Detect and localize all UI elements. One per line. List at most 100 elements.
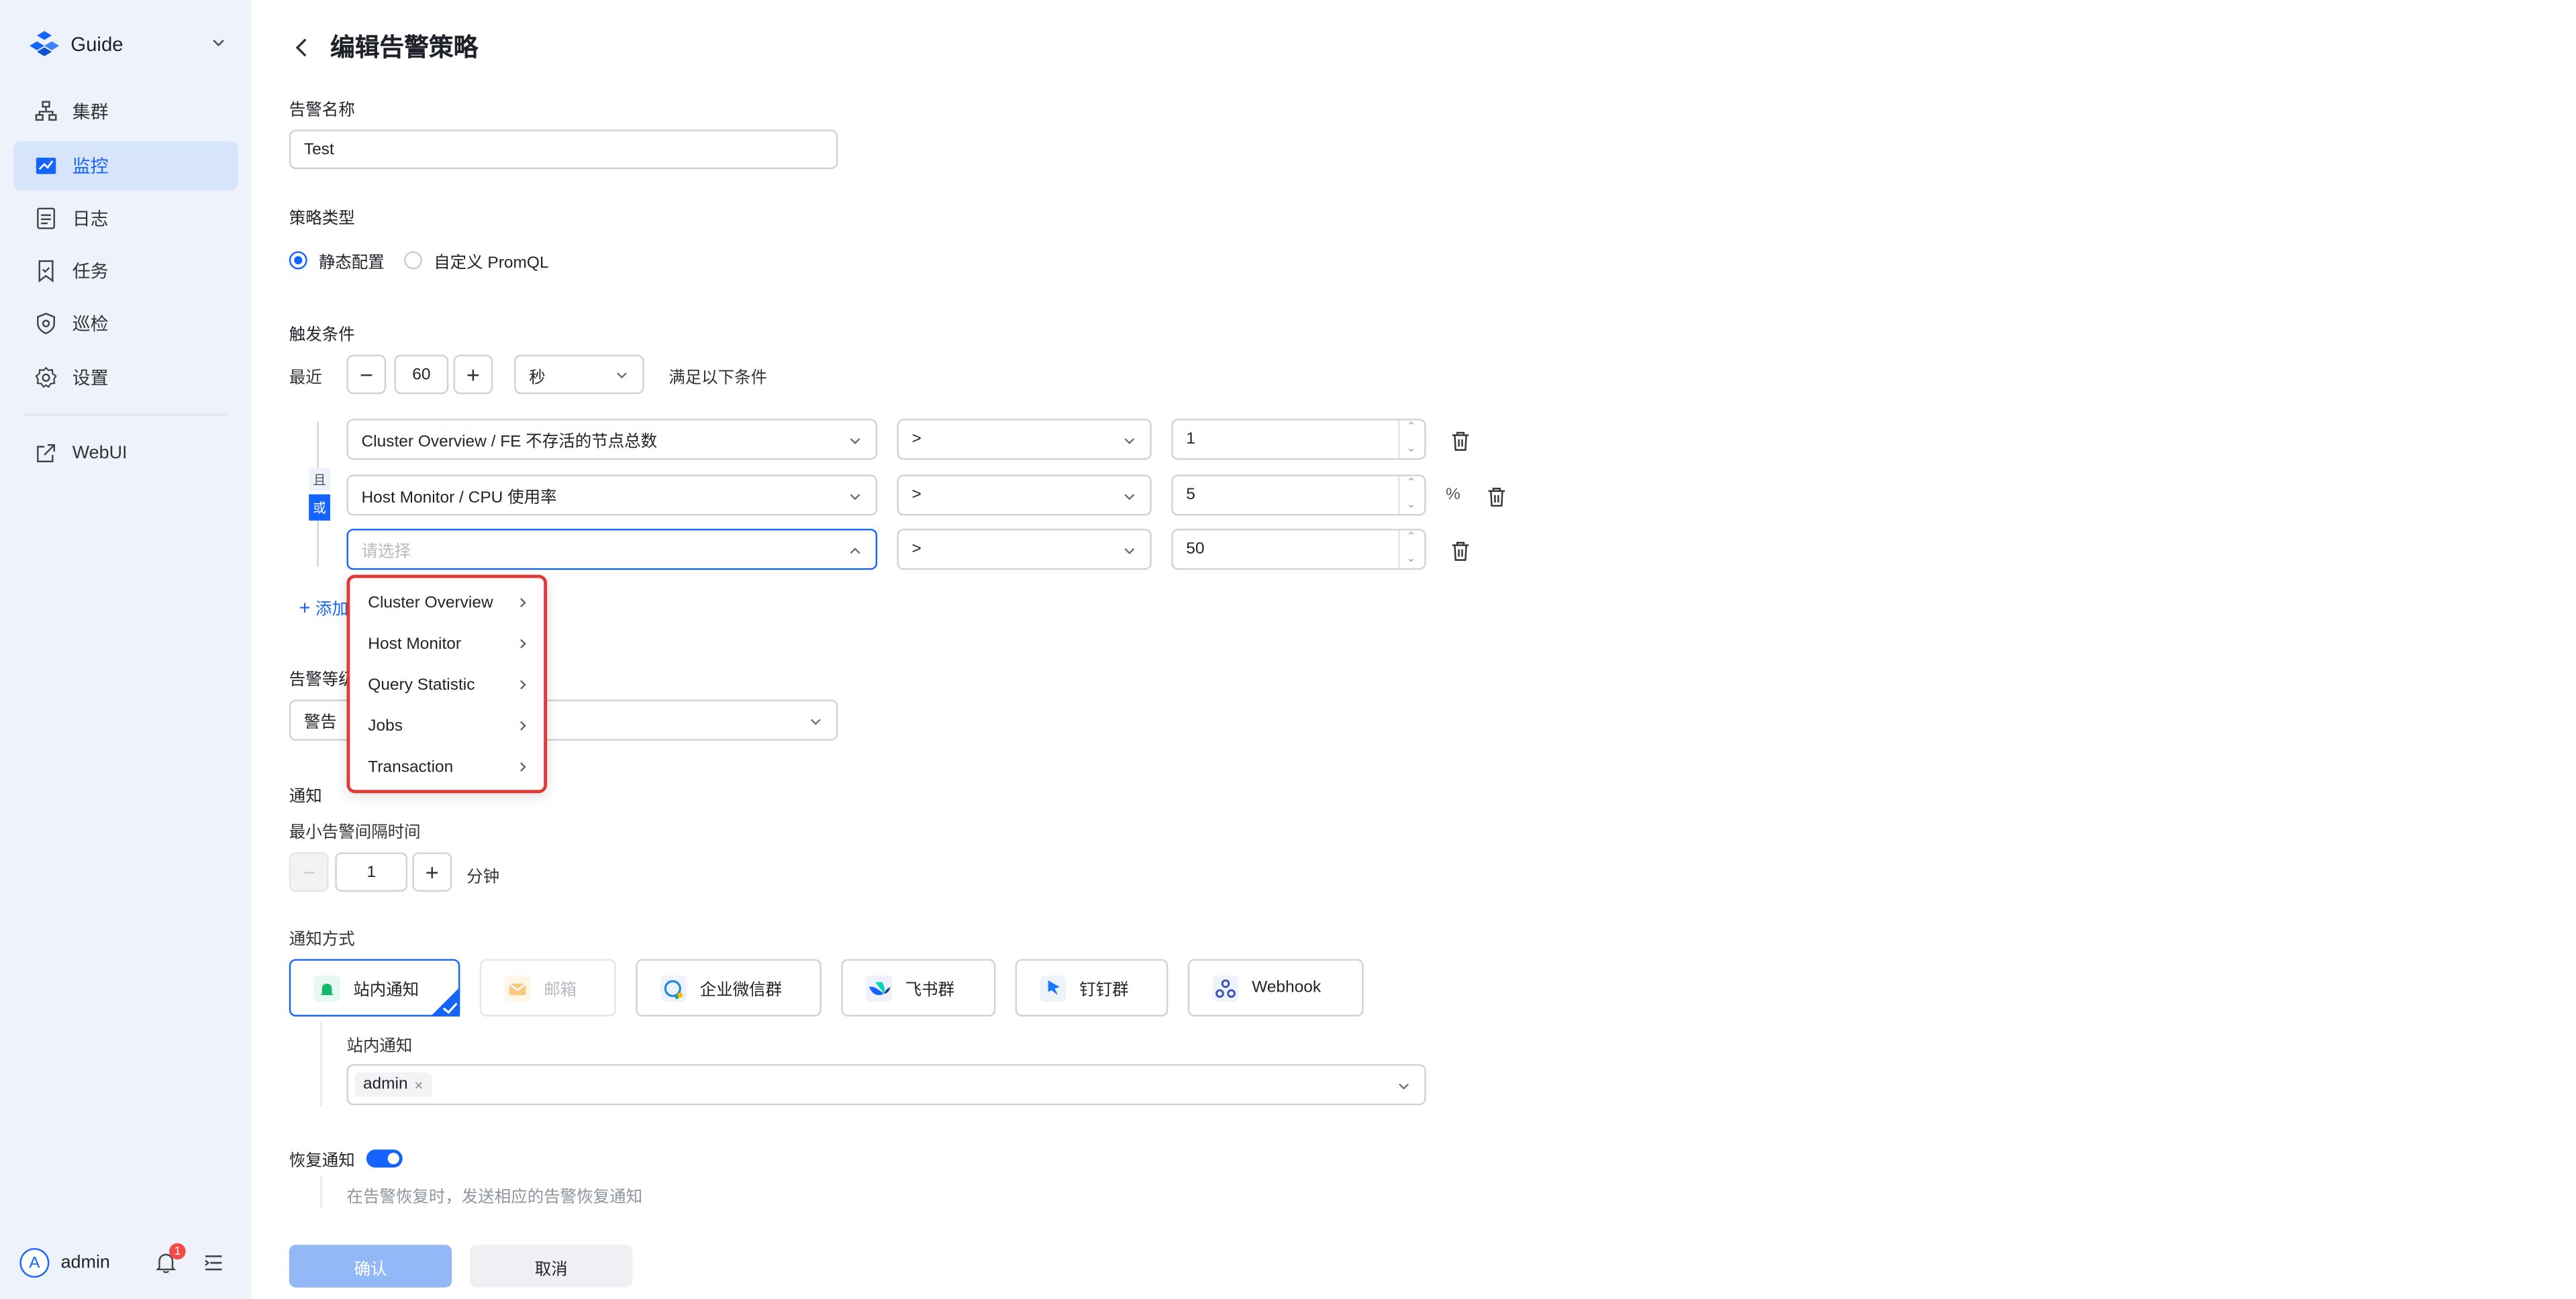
condition-operator-select[interactable]: > [897, 419, 1152, 460]
notify-method-wecom[interactable]: 企业微信群 [636, 959, 822, 1017]
interval-input[interactable]: 1 [335, 852, 408, 892]
condition-unit-label: % [1445, 486, 1460, 505]
radio-label: 自定义 PromQL [434, 254, 549, 273]
radio-custom-promql[interactable]: 自定义 PromQL [404, 248, 549, 273]
notify-method-feishu[interactable]: 飞书群 [841, 959, 996, 1017]
condition-threshold-input[interactable]: 50 [1171, 529, 1426, 570]
logic-or-toggle[interactable]: 或 [309, 494, 330, 521]
chevron-right-icon [520, 639, 526, 649]
notify-method-email[interactable]: 邮箱 [479, 959, 616, 1017]
alert-name-value: Test [303, 140, 334, 159]
duration-unit-value: 秒 [529, 368, 546, 387]
trigger-condition-label: 触发条件 [289, 327, 355, 345]
dropdown-item-label: Host Monitor [368, 634, 462, 653]
dropdown-item-label: Cluster Overview [368, 593, 493, 612]
sidebar-item-cluster[interactable]: 集群 [13, 87, 238, 136]
dropdown-item-label: Transaction [368, 758, 454, 776]
condition-metric-value: Host Monitor / CPU 使用率 [361, 489, 557, 508]
notify-method-label: 邮箱 [544, 982, 577, 1000]
bell-icon [313, 974, 340, 1001]
add-condition-button[interactable]: + 添加 [299, 594, 348, 619]
condition-metric-select[interactable]: 请选择 [346, 529, 878, 570]
sidebar-item-log[interactable]: 日志 [13, 194, 238, 243]
log-document-icon [37, 207, 55, 229]
trash-icon[interactable] [1450, 430, 1470, 452]
dropdown-item-transaction[interactable]: Transaction [368, 751, 532, 784]
chevron-down-icon [1124, 547, 1135, 554]
dropdown-item-host-monitor[interactable]: Host Monitor [368, 627, 532, 660]
radio-static-config[interactable]: 静态配置 [289, 248, 385, 272]
interval-increment-button[interactable]: + [412, 852, 452, 892]
number-spinner[interactable] [1397, 476, 1424, 515]
sidebar-item-webui[interactable]: WebUI [13, 429, 238, 478]
task-bookmark-icon [38, 260, 54, 282]
inbox-recipient-select[interactable] [346, 1063, 1426, 1106]
dropdown-item-cluster-overview[interactable]: Cluster Overview [368, 586, 532, 619]
alert-name-input[interactable]: Test [289, 129, 838, 170]
sidebar-item-monitor[interactable]: 监控 [13, 141, 238, 191]
recovery-notify-label: 恢复通知 [289, 1153, 355, 1172]
condition-metric-value: Cluster Overview / FE 不存活的节点总数 [361, 433, 658, 452]
condition-operator-select[interactable]: > [897, 529, 1152, 570]
notify-method-label: 通知方式 [289, 931, 355, 949]
radio-unselected-indicator [404, 251, 423, 270]
condition-metric-select[interactable]: Cluster Overview / FE 不存活的节点总数 [346, 419, 878, 460]
duration-decrement-button[interactable]: − [346, 354, 387, 395]
inbox-recipient-label: 站内通知 [346, 1037, 413, 1056]
close-icon[interactable]: × [414, 1076, 423, 1092]
condition-threshold-value: 5 [1186, 486, 1195, 505]
sidebar-item-label: 巡检 [72, 315, 109, 335]
condition-operator-value: > [911, 486, 922, 505]
interval-decrement-button[interactable]: − [289, 852, 329, 892]
number-spinner[interactable] [1397, 530, 1424, 568]
interval-value: 1 [366, 863, 376, 882]
duration-input[interactable]: 60 [394, 354, 449, 395]
cluster-switcher[interactable]: Guide [30, 26, 234, 62]
webhook-icon [1212, 974, 1239, 1001]
chevron-down-icon [850, 437, 860, 444]
chevron-right-icon [520, 680, 526, 690]
dropdown-item-query-statistic[interactable]: Query Statistic [368, 668, 532, 701]
sidebar-item-label: 日志 [72, 210, 109, 230]
interval-label: 最小告警间隔时间 [289, 824, 421, 843]
sidebar-item-task[interactable]: 任务 [13, 246, 238, 295]
sidebar-item-settings[interactable]: 设置 [13, 353, 238, 402]
notify-method-webhook[interactable]: Webhook [1187, 959, 1364, 1017]
interval-unit-label: 分钟 [466, 868, 500, 887]
chevron-right-icon [520, 721, 526, 731]
number-spinner[interactable] [1397, 420, 1424, 458]
logic-and-toggle[interactable]: 且 [309, 468, 330, 491]
dingtalk-icon [1040, 974, 1067, 1001]
duration-unit-select[interactable]: 秒 [514, 354, 644, 395]
menu-collapse-icon[interactable] [204, 1253, 224, 1272]
user-profile[interactable]: A admin [19, 1248, 110, 1278]
recovery-notify-hint: 在告警恢复时，发送相应的告警恢复通知 [346, 1188, 643, 1207]
confirm-button[interactable]: 确认 [289, 1245, 452, 1288]
section-indent-line [320, 1021, 322, 1107]
duration-value: 60 [412, 365, 431, 384]
notify-method-inbox[interactable]: 站内通知 [289, 959, 460, 1017]
app-root: Guide 集群 监控 日志 任务 巡检 设置 WebUI A admin 1 … [0, 0, 2576, 1299]
notify-method-label: 钉钉群 [1079, 982, 1129, 1000]
avatar: A [19, 1248, 50, 1278]
section-indent-line [320, 1176, 322, 1209]
back-arrow-icon[interactable] [293, 36, 312, 59]
notify-method-dingtalk[interactable]: 钉钉群 [1015, 959, 1169, 1017]
alert-level-value: 警告 [303, 714, 337, 733]
chevron-up-icon [850, 547, 860, 553]
condition-operator-select[interactable]: > [897, 474, 1152, 516]
condition-threshold-input[interactable]: 5 [1171, 474, 1426, 516]
recovery-notify-toggle[interactable] [366, 1149, 403, 1168]
trash-icon[interactable] [1487, 486, 1506, 507]
sidebar: Guide 集群 监控 日志 任务 巡检 设置 WebUI A admin 1 [0, 0, 252, 1299]
dropdown-item-jobs[interactable]: Jobs [368, 709, 532, 742]
condition-threshold-input[interactable]: 1 [1171, 419, 1426, 460]
cancel-button[interactable]: 取消 [470, 1245, 633, 1288]
condition-metric-select[interactable]: Host Monitor / CPU 使用率 [346, 474, 878, 516]
sidebar-item-inspection[interactable]: 巡检 [13, 299, 238, 348]
external-link-icon [37, 444, 55, 462]
dropdown-item-label: Jobs [368, 717, 403, 735]
logic-connector-line [317, 520, 319, 567]
duration-increment-button[interactable]: + [453, 354, 493, 395]
trash-icon[interactable] [1450, 540, 1470, 562]
